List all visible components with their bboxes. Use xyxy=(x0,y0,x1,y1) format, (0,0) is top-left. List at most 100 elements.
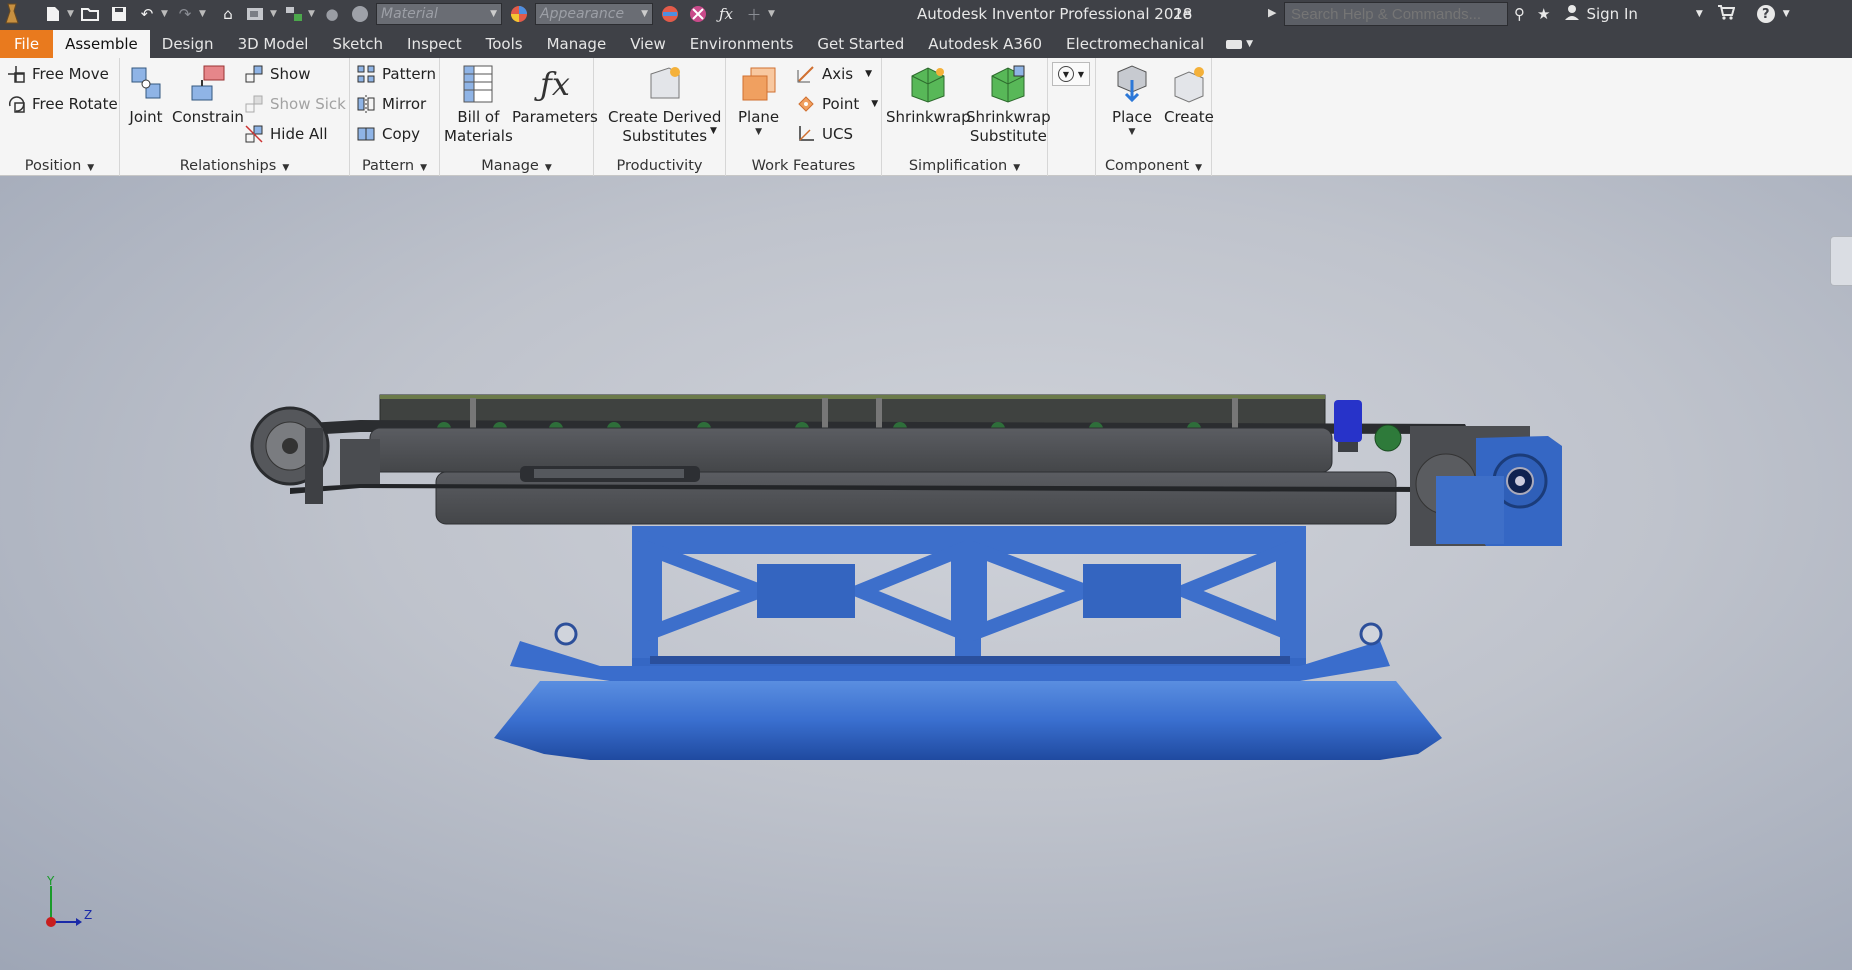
show-button[interactable]: Show xyxy=(244,62,310,86)
sign-in-link[interactable]: Sign In xyxy=(1586,5,1637,23)
panel-title-pattern[interactable]: Pattern ▼ xyxy=(350,158,439,174)
panel-title-component[interactable]: Component ▼ xyxy=(1096,158,1211,174)
panel-relationships: Joint Constrain Show Show Sick Hide All … xyxy=(120,58,350,176)
viewcube-tab[interactable] xyxy=(1830,236,1852,286)
create-component-button[interactable]: Create xyxy=(1164,64,1214,127)
undo-icon[interactable]: ↶ xyxy=(136,3,158,25)
chevron-down-icon[interactable]: ▼ xyxy=(199,9,209,19)
constrain-label: Constrain xyxy=(172,108,244,126)
ucs-button[interactable]: UCS xyxy=(796,122,853,146)
pattern-button[interactable]: Pattern xyxy=(356,62,436,86)
select-icon[interactable] xyxy=(283,3,305,25)
help-icon[interactable]: ? xyxy=(1756,5,1775,23)
free-rotate-label: Free Rotate xyxy=(32,95,118,113)
tab-electromechanical[interactable]: Electromechanical xyxy=(1054,30,1216,58)
tab-3d-model[interactable]: 3D Model xyxy=(226,30,321,58)
chevron-down-icon[interactable]: ▼ xyxy=(710,126,717,136)
free-move-button[interactable]: Free Move xyxy=(6,62,109,86)
chevron-down-icon[interactable]: ▼ xyxy=(1783,9,1790,19)
show-sick-button[interactable]: Show Sick xyxy=(244,92,346,116)
tab-tools[interactable]: Tools xyxy=(474,30,535,58)
material-icon[interactable] xyxy=(349,3,371,25)
chevron-down-icon[interactable]: ▼ xyxy=(308,9,318,19)
cds-label-line1: Create Derived xyxy=(608,108,722,126)
material-dropdown[interactable]: Material ▼ xyxy=(376,3,502,25)
save-icon[interactable] xyxy=(108,3,130,25)
point-icon xyxy=(796,94,816,114)
tab-autodesk-a360[interactable]: Autodesk A360 xyxy=(916,30,1054,58)
plane-button[interactable]: Plane ▼ xyxy=(738,64,779,137)
triad-z-label: Z xyxy=(84,908,93,922)
create-derived-substitutes-button[interactable]: Create Derived Substitutes xyxy=(608,64,721,146)
graphics-window[interactable]: Y Z xyxy=(0,176,1852,970)
tab-design[interactable]: Design xyxy=(150,30,226,58)
copy-button[interactable]: Copy xyxy=(356,122,420,146)
document-name: 2e xyxy=(1173,5,1192,23)
hide-all-icon xyxy=(244,124,264,144)
mirror-icon xyxy=(356,94,376,114)
open-icon[interactable] xyxy=(80,3,102,25)
tab-sketch[interactable]: Sketch xyxy=(320,30,395,58)
panel-simplification: Shrinkwrap Shrinkwrap Substitute Simplif… xyxy=(882,58,1051,176)
place-button[interactable]: Place ▼ xyxy=(1112,64,1152,137)
chevron-down-icon[interactable]: ▼ xyxy=(67,9,77,19)
panel-title-work-features: Work Features xyxy=(751,158,856,174)
conveyor-model[interactable] xyxy=(0,176,1852,970)
joint-label: Joint xyxy=(129,108,163,126)
bill-of-materials-button[interactable]: Bill of Materials xyxy=(444,64,513,146)
point-button[interactable]: Point ▼ xyxy=(796,92,878,116)
user-icon[interactable] xyxy=(1564,4,1580,24)
plus-icon[interactable]: ＋ xyxy=(743,3,765,25)
tab-get-started[interactable]: Get Started xyxy=(805,30,916,58)
chevron-down-icon[interactable]: ▼ xyxy=(1696,9,1703,19)
free-rotate-button[interactable]: Free Rotate xyxy=(6,92,118,116)
sws-label-line2: Substitute xyxy=(969,127,1047,145)
chevron-right-icon[interactable]: ▶ xyxy=(1268,6,1276,19)
clear-appearance-icon[interactable] xyxy=(687,3,709,25)
shrinkwrap-button[interactable]: Shrinkwrap xyxy=(886,64,971,127)
inventor-logo-icon[interactable] xyxy=(3,3,21,25)
place-icon xyxy=(1112,64,1152,104)
ribbon-display-toggle[interactable]: ▼ xyxy=(1216,30,1263,58)
customize-icon[interactable]: ▼ xyxy=(768,9,778,19)
tab-inspect[interactable]: Inspect xyxy=(395,30,474,58)
chevron-down-icon: ▼ xyxy=(420,163,428,173)
joint-button[interactable]: Joint xyxy=(126,64,166,127)
hide-all-button[interactable]: Hide All xyxy=(244,122,328,146)
parameters-button[interactable]: ƒx Parameters xyxy=(512,64,598,127)
adjust-appearance-icon[interactable] xyxy=(659,3,681,25)
binoculars-icon[interactable]: ⚲ xyxy=(1514,5,1525,23)
tab-file[interactable]: File xyxy=(0,30,54,58)
axis-button[interactable]: Axis ▼ xyxy=(796,62,872,86)
tab-manage[interactable]: Manage xyxy=(535,30,619,58)
chevron-down-icon[interactable]: ▼ xyxy=(270,9,280,19)
panel-title-manage[interactable]: Manage ▼ xyxy=(440,158,593,174)
panel-title-label: Pattern xyxy=(361,158,415,174)
fx-icon[interactable]: ƒx xyxy=(715,3,737,25)
update-icon[interactable] xyxy=(245,3,267,25)
chevron-down-icon[interactable]: ▼ xyxy=(161,9,171,19)
home-icon[interactable]: ⌂ xyxy=(217,3,239,25)
search-input[interactable] xyxy=(1284,2,1508,26)
tab-view[interactable]: View xyxy=(618,30,678,58)
appearance-dropdown[interactable]: Appearance ▼ xyxy=(535,3,653,25)
panel-title-relationships[interactable]: Relationships ▼ xyxy=(120,158,349,174)
cart-icon[interactable] xyxy=(1717,4,1736,24)
support-frame[interactable] xyxy=(494,526,1442,760)
new-icon[interactable] xyxy=(42,3,64,25)
panel-extra: ▼ ▼ xyxy=(1048,58,1096,176)
mirror-button[interactable]: Mirror xyxy=(356,92,426,116)
shrinkwrap-substitute-button[interactable]: Shrinkwrap Substitute xyxy=(966,64,1051,146)
tab-assemble[interactable]: Assemble xyxy=(53,30,150,58)
redo-icon[interactable]: ↷ xyxy=(174,3,196,25)
color-override-icon[interactable]: ● xyxy=(321,3,343,25)
chevron-down-icon: ▼ xyxy=(1195,163,1203,173)
panel-title-position[interactable]: Position ▼ xyxy=(0,158,119,174)
point-label: Point xyxy=(822,95,860,113)
ribbon-options-dropdown[interactable]: ▼ ▼ xyxy=(1052,62,1090,86)
tab-environments[interactable]: Environments xyxy=(678,30,806,58)
constrain-button[interactable]: Constrain xyxy=(172,64,244,127)
panel-title-simplification[interactable]: Simplification ▼ xyxy=(882,158,1047,174)
star-icon[interactable]: ★ xyxy=(1537,5,1550,23)
appearance-icon[interactable] xyxy=(508,3,530,25)
